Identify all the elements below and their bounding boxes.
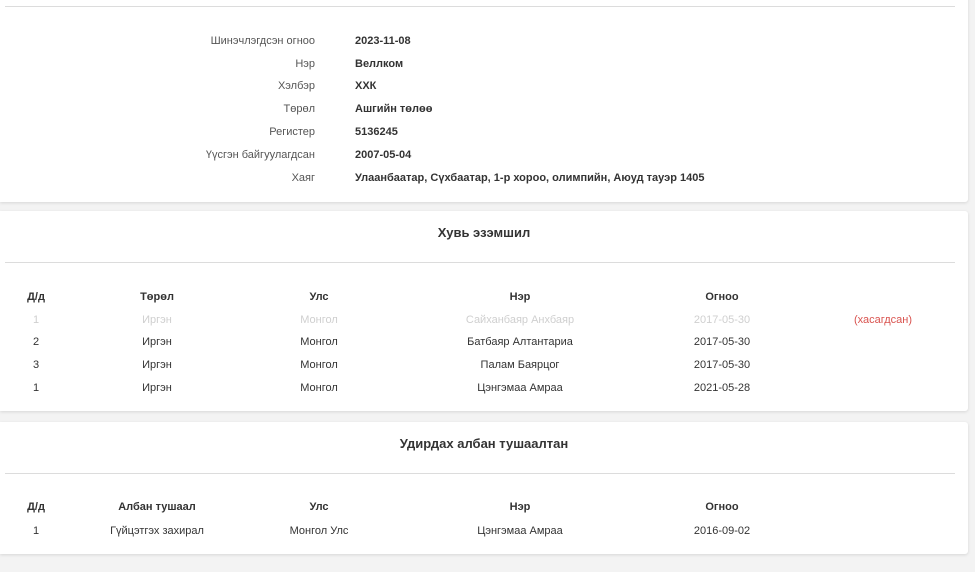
cell-name: Цэнгэмаа Амраа [477,382,563,394]
column-header: Д/д [27,291,45,303]
cell-position: Гүйцэтгэх захирал [110,525,204,537]
column-header: Улс [309,501,329,513]
table-row: 3 Иргэн Монгол Палам Баярцог 2017-05-30 [0,354,968,376]
table-header: Д/д Төрөл Улс Нэр Огноо [0,286,968,308]
column-header: Нэр [509,291,531,303]
info-row-name: Нэр Веллком [0,53,968,75]
info-value: Веллком [355,58,404,70]
cell-type: Иргэн [142,336,172,348]
table-row: 1 Иргэн Монгол Цэнгэмаа Амраа 2021-05-28 [0,377,968,399]
cell-date: 2017-05-30 [693,314,751,326]
info-row-register: Регистер 5136245 [0,121,968,143]
table-row: 2 Иргэн Монгол Батбаяр Алтантариа 2017-0… [0,331,968,353]
info-label: Шинэчлэгдсэн огноо [210,35,315,47]
section-title: Удирдах албан тушаалтан [399,436,569,451]
cell-no: 1 [32,382,40,394]
column-header: Огноо [705,501,739,513]
column-header: Огноо [705,291,739,303]
info-label: Регистер [269,126,315,138]
cell-country: Монгол [300,314,338,326]
table-row: 1 Гүйцэтгэх захирал Монгол Улс Цэнгэмаа … [0,520,968,542]
info-value: 2007-05-04 [355,149,412,161]
info-label: Хэлбэр [277,80,315,92]
info-label: Нэр [295,58,315,70]
cell-date: 2017-05-30 [693,336,751,348]
divider [5,6,955,7]
cell-no: 1 [32,314,40,326]
info-row-updated-date: Шинэчлэгдсэн огноо 2023-11-08 [0,30,968,52]
cell-type: Иргэн [142,359,172,371]
cell-type: Иргэн [142,382,172,394]
cell-country: Монгол [300,336,338,348]
info-value: Улаанбаатар, Сүхбаатар, 1-р хороо, олимп… [355,172,705,184]
officers-card: Удирдах албан тушаалтан Д/д Албан тушаал… [0,422,968,554]
cell-no: 3 [32,359,40,371]
divider [5,473,955,474]
column-header: Д/д [27,501,45,513]
cell-country: Монгол Улс [289,525,349,537]
table-row-removed: 1 Иргэн Монгол Сайханбаяр Анхбаяр 2017-0… [0,309,968,331]
info-row-type: Төрөл Ашгийн төлөө [0,98,968,120]
company-info-card: Шинэчлэгдсэн огноо 2023-11-08 Нэр Веллко… [0,0,968,202]
cell-name: Батбаяр Алтантариа [467,336,573,348]
info-value: ХХК [355,80,377,92]
cell-name: Палам Баярцог [480,359,560,371]
column-header: Нэр [509,501,531,513]
column-header: Төрөл [140,291,174,303]
divider [5,262,955,263]
info-value: 2023-11-08 [355,35,411,47]
column-header: Албан тушаал [118,501,196,513]
info-label: Хаяг [291,172,315,184]
cell-name: Цэнгэмаа Амраа [477,525,563,537]
cell-country: Монгол [300,382,338,394]
info-label: Төрөл [283,103,316,115]
section-title: Хувь эзэмшил [437,225,531,240]
cell-no: 2 [32,336,40,348]
info-value: Ашгийн төлөө [355,103,433,115]
info-label: Үүсгэн байгуулагдсан [205,149,315,161]
column-header: Улс [309,291,329,303]
info-value: 5136245 [355,126,398,138]
cell-country: Монгол [300,359,338,371]
cell-date: 2017-05-30 [693,359,751,371]
cell-date: 2016-09-02 [693,525,751,537]
removed-badge: (хасагдсан) [853,314,913,326]
cell-no: 1 [32,525,40,537]
cell-date: 2021-05-28 [693,382,751,394]
ownership-card: Хувь эзэмшил Д/д Төрөл Улс Нэр Огноо 1 И… [0,211,968,411]
info-row-address: Хаяг Улаанбаатар, Сүхбаатар, 1-р хороо, … [0,167,968,189]
info-row-form: Хэлбэр ХХК [0,75,968,97]
cell-type: Иргэн [142,314,172,326]
cell-name: Сайханбаяр Анхбаяр [465,314,575,326]
table-header: Д/д Албан тушаал Улс Нэр Огноо [0,496,968,518]
info-row-founded: Үүсгэн байгуулагдсан 2007-05-04 [0,144,968,166]
